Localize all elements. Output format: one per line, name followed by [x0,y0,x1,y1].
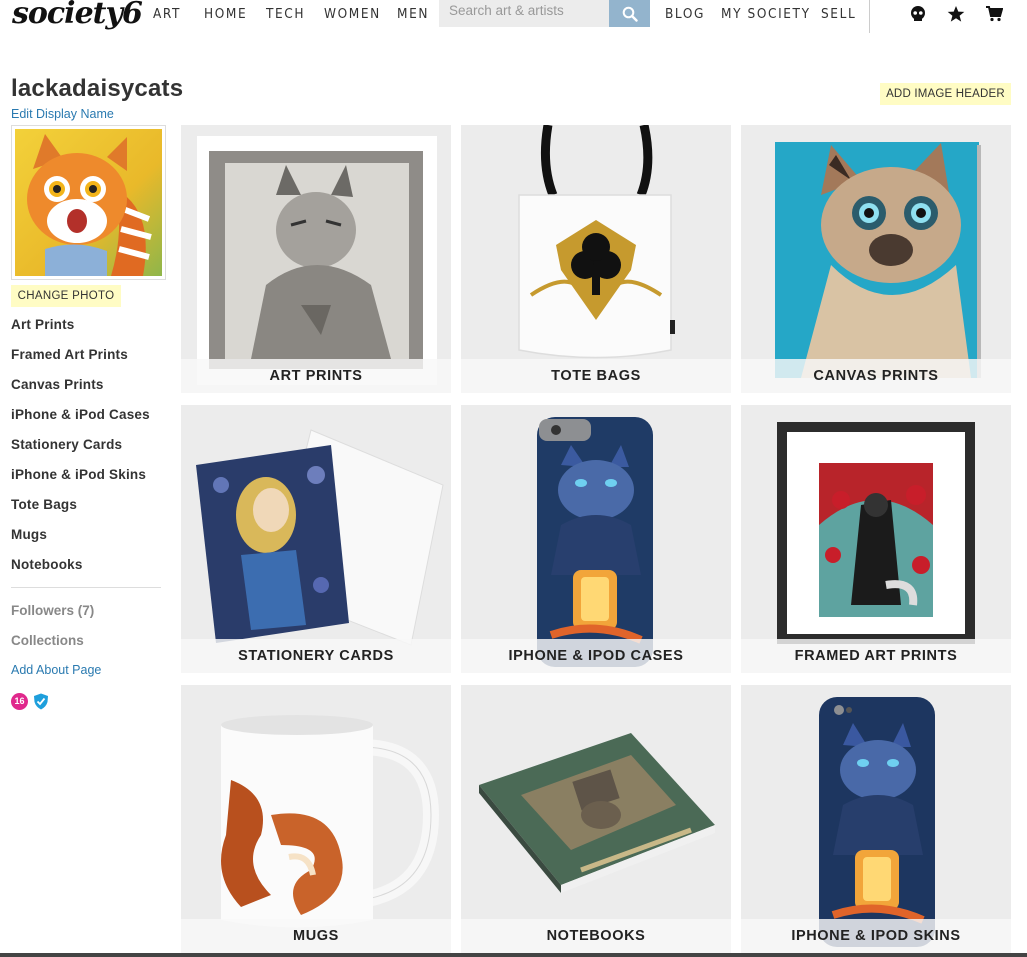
product-tile-framed-art-prints[interactable]: FRAMED ART PRINTS [741,405,1011,673]
nav-my-society[interactable]: MY SOCIETY [721,6,811,22]
avatar[interactable] [11,125,166,280]
nav-art[interactable]: ART [153,6,181,22]
followers-link[interactable]: Followers (7) [11,603,94,618]
sidebar-item-tote-bags[interactable]: Tote Bags [11,497,77,512]
tile-label: STATIONERY CARDS [181,639,451,673]
add-about-page-link[interactable]: Add About Page [11,663,101,677]
product-tile-art-prints[interactable]: ART PRINTS [181,125,451,393]
sidebar-divider [11,587,161,588]
level-badge: 16 [11,693,28,710]
canvas-print-image [741,125,1011,393]
star-icon[interactable] [946,4,966,24]
society6-logo[interactable]: society6 [12,0,143,31]
add-image-header-button[interactable]: ADD IMAGE HEADER [880,83,1011,105]
edit-display-name-link[interactable]: Edit Display Name [11,107,114,121]
sidebar-item-canvas-prints[interactable]: Canvas Prints [11,377,104,392]
change-photo-button[interactable]: CHANGE PHOTO [11,285,121,307]
tote-bag-image [461,125,731,393]
product-tile-notebooks[interactable]: NOTEBOOKS [461,685,731,953]
search-button[interactable] [609,0,650,27]
nav-blog[interactable]: BLOG [665,6,705,22]
product-tile-iphone-skins[interactable]: IPHONE & IPOD SKINS [741,685,1011,953]
art-print-image [181,125,451,393]
tile-label: CANVAS PRINTS [741,359,1011,393]
sidebar-item-framed-art-prints[interactable]: Framed Art Prints [11,347,128,362]
iphone-skin-image [741,685,1011,953]
product-tile-stationery-cards[interactable]: STATIONERY CARDS [181,405,451,673]
tile-label: NOTEBOOKS [461,919,731,953]
product-tile-mugs[interactable]: MUGS [181,685,451,953]
nav-men[interactable]: MEN [397,6,429,22]
tile-label: IPHONE & IPOD SKINS [741,919,1011,953]
sidebar-item-notebooks[interactable]: Notebooks [11,557,83,572]
nav-sell[interactable]: SELL [821,6,856,22]
tile-label: ART PRINTS [181,359,451,393]
mug-image [181,685,451,953]
tile-label: FRAMED ART PRINTS [741,639,1011,673]
iphone-case-image [461,405,731,673]
tile-label: TOTE BAGS [461,359,731,393]
tile-label: IPHONE & IPOD CASES [461,639,731,673]
search-input[interactable]: Search art & artists [439,0,609,27]
sidebar-item-art-prints[interactable]: Art Prints [11,317,75,332]
sidebar-item-mugs[interactable]: Mugs [11,527,47,542]
collections-link[interactable]: Collections [11,633,84,648]
browser-bottom-edge [0,953,1027,957]
nav-women[interactable]: WOMEN [324,6,381,22]
sidebar-item-stationery-cards[interactable]: Stationery Cards [11,437,122,452]
product-tile-tote-bags[interactable]: TOTE BAGS [461,125,731,393]
stationery-card-image [181,405,451,673]
skull-icon[interactable] [908,4,928,24]
notebook-image [461,685,731,953]
top-navigation: society6 ART HOME TECH WOMEN MEN Search … [0,0,1027,34]
product-tile-canvas-prints[interactable]: CANVAS PRINTS [741,125,1011,393]
framed-art-print-image [741,405,1011,673]
verified-shield-icon [34,693,48,710]
search-icon [622,6,638,22]
tile-label: MUGS [181,919,451,953]
product-tile-iphone-cases[interactable]: IPHONE & IPOD CASES [461,405,731,673]
sidebar-item-iphone-skins[interactable]: iPhone & iPod Skins [11,467,146,482]
profile-username: lackadaisycats [11,75,184,102]
nav-home[interactable]: HOME [204,6,247,22]
nav-divider [869,0,870,33]
cart-icon[interactable] [984,4,1004,24]
sidebar-item-iphone-cases[interactable]: iPhone & iPod Cases [11,407,150,422]
nav-tech[interactable]: TECH [266,6,305,22]
